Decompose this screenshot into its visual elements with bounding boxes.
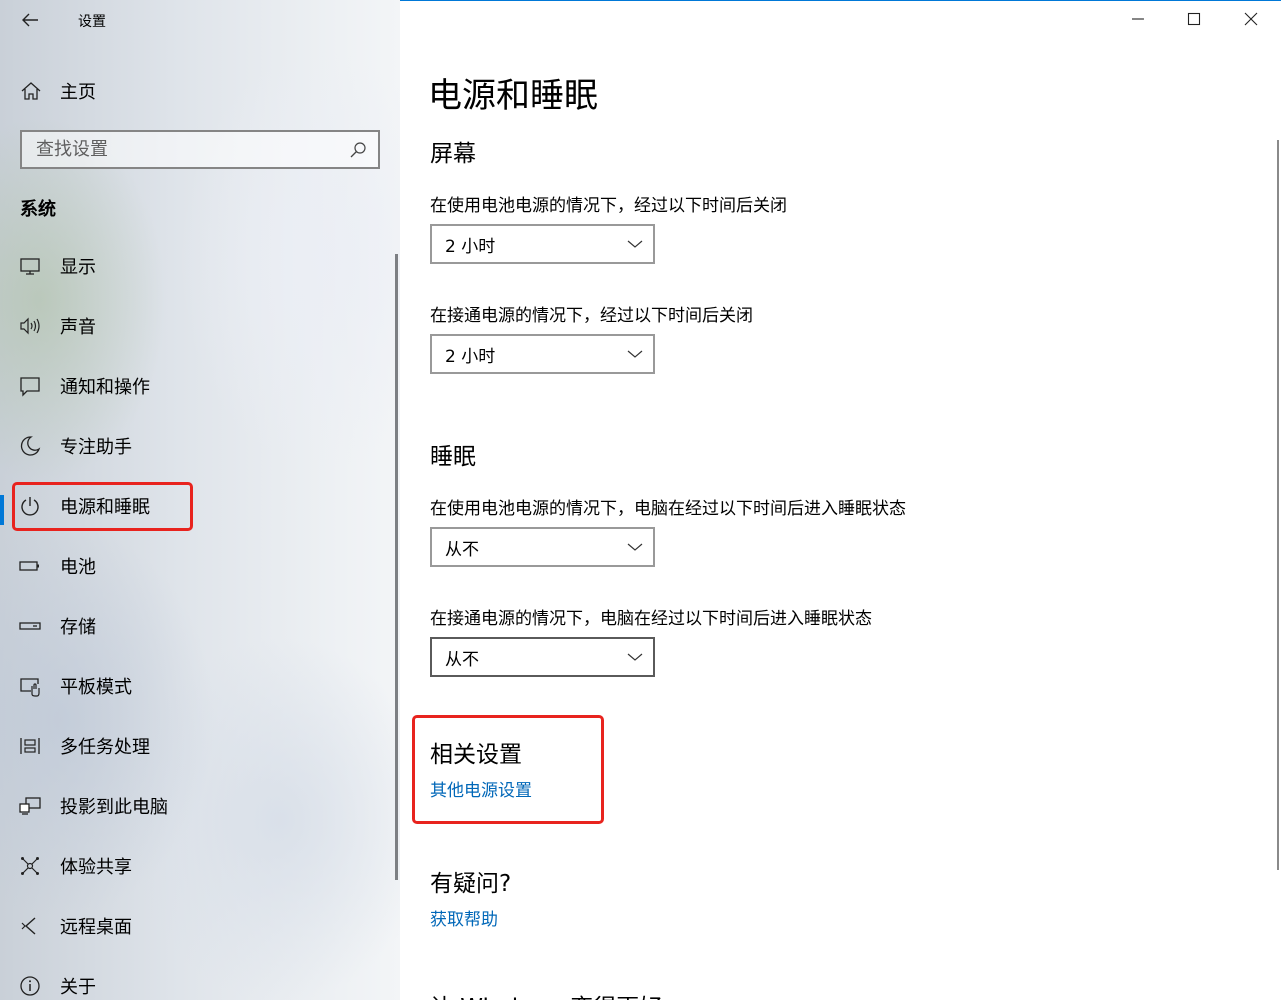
nav-item-display[interactable]: 显示 xyxy=(0,236,395,296)
minimize-button[interactable] xyxy=(1120,4,1156,34)
sleep-plugged-label: 在接通电源的情况下，电脑在经过以下时间后进入睡眠状态 xyxy=(430,609,872,629)
home-icon xyxy=(19,79,43,103)
nav-item-shared-experiences[interactable]: 体验共享 xyxy=(0,836,395,896)
window-title: 设置 xyxy=(78,14,106,30)
chevron-down-icon xyxy=(627,543,643,551)
nav-item-tablet-mode[interactable]: 平板模式 xyxy=(0,656,395,716)
monitor-icon xyxy=(19,255,41,277)
nav-item-label: 体验共享 xyxy=(60,857,132,878)
annotation-highlight-related-settings xyxy=(412,715,604,824)
screen-battery-label: 在使用电池电源的情况下，经过以下时间后关闭 xyxy=(430,196,787,216)
dropdown-value: 2 小时 xyxy=(445,236,496,257)
info-icon xyxy=(19,975,41,997)
sleep-heading: 睡眠 xyxy=(430,444,476,470)
nav-item-label: 多任务处理 xyxy=(60,737,150,758)
nav-item-storage[interactable]: 存储 xyxy=(0,596,395,656)
nav-home[interactable]: 主页 xyxy=(0,73,390,109)
get-help-link[interactable]: 获取帮助 xyxy=(430,905,498,930)
nav-item-label: 声音 xyxy=(60,317,96,338)
nav-item-about[interactable]: 关于 xyxy=(0,956,395,1000)
multitasking-icon xyxy=(19,735,41,757)
section-title-system: 系统 xyxy=(20,199,56,220)
dropdown-value: 2 小时 xyxy=(445,346,496,367)
nav-item-label: 通知和操作 xyxy=(60,377,150,398)
storage-icon xyxy=(19,615,41,637)
annotation-highlight-power-sleep xyxy=(12,482,193,531)
sleep-plugged-dropdown[interactable]: 从不 xyxy=(430,637,655,677)
dropdown-value: 从不 xyxy=(445,649,479,670)
dropdown-value: 从不 xyxy=(445,539,479,560)
screen-battery-dropdown[interactable]: 2 小时 xyxy=(430,224,655,264)
help-heading: 有疑问? xyxy=(430,871,512,897)
minimize-icon xyxy=(1132,18,1144,20)
nav-home-label: 主页 xyxy=(60,82,96,103)
nav-item-multitasking[interactable]: 多任务处理 xyxy=(0,716,395,776)
main-content: 电源和睡眠 屏幕 在使用电池电源的情况下，经过以下时间后关闭 2 小时 在接通电… xyxy=(400,0,1281,1000)
search-box[interactable] xyxy=(20,130,380,169)
sidebar: 设置 主页 系统 显示 声音 通知 xyxy=(0,0,400,1000)
main-scrollbar[interactable] xyxy=(1277,140,1279,870)
project-icon xyxy=(19,795,41,817)
feedback-heading: 让 Windows 变得更好 xyxy=(430,988,662,1000)
nav-item-label: 电池 xyxy=(60,557,96,578)
nav-item-label: 平板模式 xyxy=(60,677,132,698)
maximize-icon xyxy=(1187,12,1201,26)
speaker-icon xyxy=(19,315,41,337)
back-arrow-icon[interactable] xyxy=(18,8,42,32)
chevron-down-icon xyxy=(627,240,643,248)
search-icon[interactable] xyxy=(348,140,368,160)
sleep-battery-label: 在使用电池电源的情况下，电脑在经过以下时间后进入睡眠状态 xyxy=(430,499,906,519)
nav-item-focus-assist[interactable]: 专注助手 xyxy=(0,416,395,476)
nav-item-label: 远程桌面 xyxy=(60,917,132,938)
screen-plugged-label: 在接通电源的情况下，经过以下时间后关闭 xyxy=(430,306,753,326)
nav-item-label: 存储 xyxy=(60,617,96,638)
shared-experiences-icon xyxy=(19,855,41,877)
maximize-button[interactable] xyxy=(1176,4,1212,34)
nav-item-label: 显示 xyxy=(60,257,96,278)
sidebar-scrollbar[interactable] xyxy=(395,254,398,880)
nav-item-label: 关于 xyxy=(60,977,96,998)
screen-heading: 屏幕 xyxy=(430,141,476,167)
moon-icon xyxy=(19,435,41,457)
nav-item-battery[interactable]: 电池 xyxy=(0,536,395,596)
window-accent-line xyxy=(400,0,1281,1)
screen-plugged-dropdown[interactable]: 2 小时 xyxy=(430,334,655,374)
page-title: 电源和睡眠 xyxy=(428,76,598,116)
chevron-down-icon xyxy=(627,350,643,358)
nav-item-label: 专注助手 xyxy=(60,437,132,458)
sleep-battery-dropdown[interactable]: 从不 xyxy=(430,527,655,567)
close-icon xyxy=(1244,12,1258,26)
battery-icon xyxy=(19,555,41,577)
close-button[interactable] xyxy=(1233,4,1269,34)
nav-item-label: 投影到此电脑 xyxy=(60,797,168,818)
nav-item-project[interactable]: 投影到此电脑 xyxy=(0,776,395,836)
chevron-down-icon xyxy=(627,653,643,661)
nav-item-remote-desktop[interactable]: 远程桌面 xyxy=(0,896,395,956)
remote-desktop-icon xyxy=(19,915,41,937)
nav-item-notifications[interactable]: 通知和操作 xyxy=(0,356,395,416)
search-input[interactable] xyxy=(22,132,348,167)
nav-list: 显示 声音 通知和操作 专注助手 电源和睡眠 电池 存储 平板模式 多任务处理 … xyxy=(0,236,395,1000)
nav-item-sound[interactable]: 声音 xyxy=(0,296,395,356)
tablet-mode-icon xyxy=(19,675,41,697)
notification-icon xyxy=(19,375,41,397)
